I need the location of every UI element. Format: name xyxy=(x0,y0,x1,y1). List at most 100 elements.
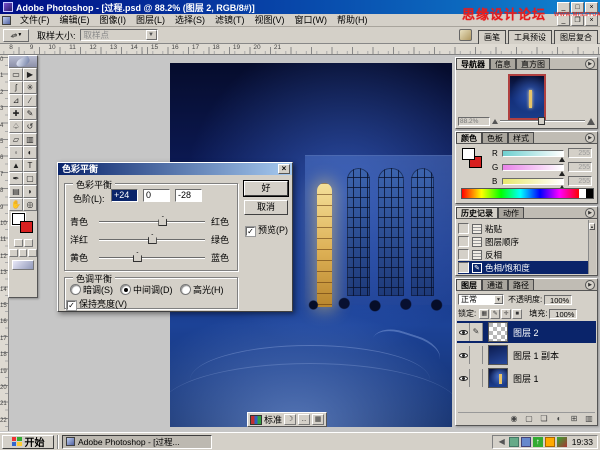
shape-tool[interactable]: ▢ xyxy=(23,172,37,185)
history-source-checkbox[interactable] xyxy=(458,262,469,273)
dropdown-arrow-icon[interactable]: ▼ xyxy=(494,295,503,304)
layer-name[interactable]: 图层 1 xyxy=(513,372,539,385)
well-tab-brushes[interactable]: 画笔 xyxy=(478,30,506,44)
panel-menu-button[interactable]: ▶ xyxy=(585,59,595,69)
scroll-up-icon[interactable]: ▲ xyxy=(589,223,595,230)
history-source-checkbox[interactable] xyxy=(458,236,469,247)
visibility-toggle[interactable] xyxy=(457,323,470,341)
eyedropper-tool[interactable]: ◗ xyxy=(23,185,37,198)
standard-screen-button[interactable] xyxy=(9,249,18,257)
panel-menu-button[interactable]: ▶ xyxy=(585,280,595,290)
history-item-selected[interactable]: ✎ 色相/饱和度 xyxy=(458,261,588,274)
task-button-photoshop[interactable]: Adobe Photoshop - [过程... xyxy=(62,435,212,449)
tab-navigator[interactable]: 导航器 xyxy=(456,58,490,69)
doc-restore-button[interactable]: ❐ xyxy=(571,15,584,26)
doc-close-button[interactable]: × xyxy=(585,15,598,26)
pen-tool[interactable]: ✒ xyxy=(9,172,23,185)
cyan-red-slider[interactable] xyxy=(99,221,205,223)
layer-mask-icon[interactable]: ▢ xyxy=(523,413,535,424)
dialog-close-icon[interactable]: × xyxy=(278,164,290,174)
navigator-zoom-slider[interactable] xyxy=(500,120,585,122)
layer-row[interactable]: 图层 1 xyxy=(457,367,596,389)
levels-field-1[interactable]: +24 xyxy=(111,189,138,202)
magenta-green-slider[interactable] xyxy=(99,239,205,241)
blue-slider[interactable] xyxy=(502,178,564,185)
lock-transparency-icon[interactable]: ▦ xyxy=(479,309,489,319)
blue-value-field[interactable]: 255 xyxy=(568,176,592,186)
new-layer-icon[interactable]: ⊞ xyxy=(568,413,580,424)
foreground-color-swatch[interactable] xyxy=(462,148,475,160)
jump-to-imageready-button[interactable] xyxy=(12,260,34,270)
history-scrollbar[interactable]: ▲ xyxy=(588,220,596,274)
tab-swatches[interactable]: 色板 xyxy=(482,132,508,143)
ok-button[interactable]: 好 xyxy=(244,181,288,196)
cancel-button[interactable]: 取消 xyxy=(244,200,288,215)
type-tool[interactable]: T xyxy=(23,159,37,172)
green-slider[interactable] xyxy=(502,164,564,171)
tab-color[interactable]: 颜色 xyxy=(456,132,482,143)
fill-field[interactable]: 100% xyxy=(549,309,577,319)
layer-name[interactable]: 图层 1 副本 xyxy=(513,349,559,362)
panel-menu-button[interactable]: ▶ xyxy=(585,208,595,218)
lock-paint-icon[interactable]: ✎ xyxy=(490,309,500,319)
preserve-luminosity-checkbox[interactable]: ✓保持亮度(V) xyxy=(67,297,127,310)
navigator-zoom-field[interactable]: 88.2% xyxy=(458,117,490,126)
color-ramp[interactable] xyxy=(461,188,594,199)
path-select-tool[interactable]: ▲ xyxy=(9,159,23,172)
standard-mode-button[interactable] xyxy=(14,239,23,247)
menu-window[interactable]: 窗口(W) xyxy=(290,14,333,26)
red-slider[interactable] xyxy=(502,150,564,157)
menu-help[interactable]: 帮助(H) xyxy=(332,14,373,26)
menu-layer[interactable]: 图层(L) xyxy=(131,14,170,26)
current-tool-chip[interactable]: ✎ ▼ xyxy=(3,29,29,42)
highlights-radio[interactable]: 高光(H) xyxy=(181,283,224,296)
layer-row[interactable]: ✎ 图层 2 xyxy=(457,321,596,343)
link-indicator[interactable] xyxy=(470,346,483,364)
start-button[interactable]: 开始 xyxy=(2,435,54,449)
menu-filter[interactable]: 滤镜(T) xyxy=(210,14,250,26)
menu-edit[interactable]: 编辑(E) xyxy=(55,14,95,26)
tab-history[interactable]: 历史记录 xyxy=(456,207,498,218)
crop-tool[interactable]: ⊿ xyxy=(9,94,23,107)
lasso-tool[interactable]: ʃ xyxy=(9,81,23,94)
blend-mode-dropdown[interactable]: 正常▼ xyxy=(458,294,504,305)
panel-menu-button[interactable]: ▶ xyxy=(585,133,595,143)
slider-thumb[interactable] xyxy=(559,157,565,162)
toolbox-header[interactable] xyxy=(9,56,37,68)
rect-marquee-tool[interactable]: ▭ xyxy=(9,68,23,81)
layer-thumbnail[interactable] xyxy=(488,322,508,342)
doc-minimize-button[interactable]: _ xyxy=(557,15,570,26)
minimize-button[interactable]: _ xyxy=(557,2,570,13)
green-value-field[interactable]: 255 xyxy=(568,162,592,172)
layer-style-icon[interactable]: ◉ xyxy=(508,413,520,424)
file-browser-icon[interactable] xyxy=(459,29,472,41)
slider-thumb[interactable] xyxy=(148,234,157,244)
layer-set-icon[interactable]: ❏ xyxy=(538,413,550,424)
well-tab-tool-presets[interactable]: 工具预设 xyxy=(508,30,552,44)
tab-actions[interactable]: 动作 xyxy=(498,207,524,218)
history-brush-tool[interactable]: ↺ xyxy=(23,120,37,133)
levels-field-2[interactable]: 0 xyxy=(143,189,170,202)
dodge-tool[interactable]: ◐ xyxy=(23,146,37,159)
close-button[interactable]: × xyxy=(585,2,598,13)
input-method-icon[interactable] xyxy=(509,437,519,447)
layer-thumbnail[interactable] xyxy=(488,368,508,388)
eraser-tool[interactable]: ▱ xyxy=(9,133,23,146)
zoom-out-icon[interactable] xyxy=(492,119,498,124)
background-color-swatch[interactable] xyxy=(20,221,33,233)
history-source-checkbox[interactable] xyxy=(458,223,469,234)
network-icon[interactable] xyxy=(521,437,531,447)
slider-thumb[interactable] xyxy=(158,216,167,226)
tab-paths[interactable]: 路径 xyxy=(508,279,534,290)
tab-histogram[interactable]: 直方图 xyxy=(516,58,550,69)
lock-position-icon[interactable]: ✛ xyxy=(501,309,511,319)
layer-thumbnail[interactable] xyxy=(488,345,508,365)
slider-thumb[interactable] xyxy=(538,117,545,125)
red-value-field[interactable]: 255 xyxy=(568,148,592,158)
tab-info[interactable]: 信息 xyxy=(490,58,516,69)
layer-row[interactable]: 图层 1 副本 xyxy=(457,344,596,366)
shadows-radio[interactable]: 暗调(S) xyxy=(71,283,113,296)
well-tab-layer-comps[interactable]: 图层复合 xyxy=(554,30,598,44)
link-indicator[interactable] xyxy=(470,369,483,387)
move-tool[interactable]: ▶ xyxy=(23,68,37,81)
